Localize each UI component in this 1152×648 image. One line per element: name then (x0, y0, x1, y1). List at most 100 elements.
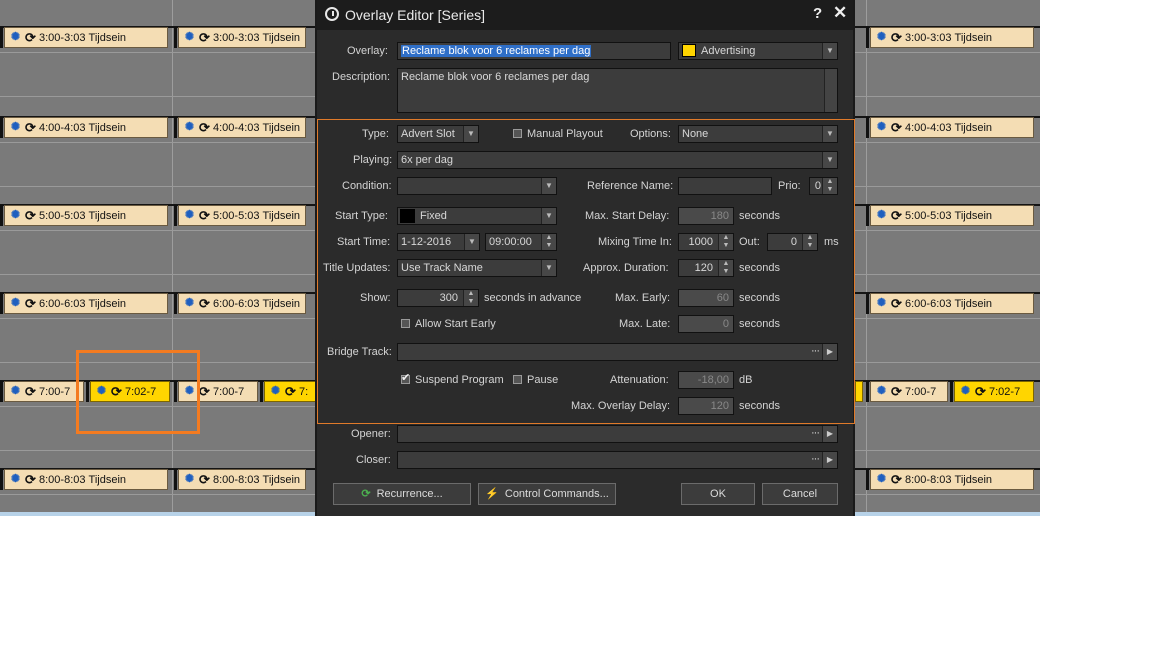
slot-time: 3:00-3:03 (213, 31, 260, 44)
category-dropdown[interactable]: Advertising ▼ (678, 42, 838, 60)
options-dropdown[interactable]: None ▼ (678, 125, 838, 143)
play-icon[interactable]: ▶ (822, 452, 837, 468)
suspend-program-checkbox[interactable] (401, 371, 410, 384)
lightbulb-icon: ✺ (876, 121, 887, 133)
start-time-spinner[interactable]: 09:00:00 ▲ ▼ (485, 233, 557, 251)
pause-checkbox[interactable] (513, 375, 522, 384)
slot-marker (0, 27, 3, 48)
prio-spinner[interactable]: 0 ▲ ▼ (809, 177, 838, 195)
spin-arrows-icon[interactable]: ▲ ▼ (718, 234, 733, 250)
allow-start-early-checkbox[interactable] (401, 319, 410, 328)
seconds-unit: seconds (739, 210, 780, 222)
sync-icon: ⟳ (199, 208, 210, 223)
cancel-button[interactable]: Cancel (762, 483, 838, 505)
max-overlay-delay-input[interactable]: 120 (678, 397, 734, 415)
show-spinner[interactable]: 300 ▲ ▼ (397, 289, 479, 307)
schedule-slot-highlighted[interactable] (855, 381, 863, 402)
manual-playout-checkbox[interactable] (513, 129, 522, 138)
type-dropdown[interactable]: Advert Slot ▼ (397, 125, 479, 143)
overlay-input-selection: Reclame blok voor 6 reclames per dag (401, 45, 592, 57)
schedule-slot[interactable]: ✺ ⟳ 4:00-4:03 Tijdsein (178, 117, 306, 138)
max-early-input[interactable]: 60 (678, 289, 734, 307)
recurrence-button[interactable]: ⟳ Recurrence... (333, 483, 471, 505)
playing-dropdown[interactable]: 6x per dag ▼ (397, 151, 838, 169)
schedule-slot[interactable]: ✺ ⟳ 3:00-3:03 Tijdsein (870, 27, 1034, 48)
start-date-picker[interactable]: 1-12-2016 ▼ (397, 233, 480, 251)
schedule-slot[interactable]: ✺ ⟳ 7:00-7 (4, 381, 84, 402)
db-unit: dB (739, 374, 753, 386)
close-button[interactable]: ✕ (833, 3, 847, 23)
slot-title: Tijdsein (88, 121, 127, 134)
slot-marker (0, 469, 3, 490)
spin-arrows-icon[interactable]: ▲ ▼ (718, 260, 733, 276)
attenuation-label: Attenuation: (610, 374, 669, 386)
seconds-unit: seconds (739, 292, 780, 304)
bridge-track-input[interactable]: ··· ▶ (397, 343, 838, 361)
ok-button[interactable]: OK (681, 483, 755, 505)
schedule-slot[interactable]: ✺ ⟳ 6:00-6:03 Tijdsein (178, 293, 306, 314)
schedule-slot[interactable]: ✺ ⟳ 8:00-8:03 Tijdsein (178, 469, 306, 490)
schedule-slot[interactable]: ✺ ⟳ 6:00-6:03 Tijdsein (4, 293, 168, 314)
slot-title: Tijdsein (954, 297, 993, 310)
schedule-slot[interactable]: ✺ ⟳ 8:00-8:03 Tijdsein (4, 469, 168, 490)
mixing-time-in-spinner[interactable]: 1000 ▲ ▼ (678, 233, 734, 251)
slot-marker (866, 205, 869, 226)
browse-icon[interactable]: ··· (807, 452, 823, 468)
lightbulb-icon: ✺ (10, 209, 21, 221)
start-type-dropdown[interactable]: Fixed ▼ (397, 207, 557, 225)
sync-icon: ⟳ (891, 384, 902, 399)
slot-time: 5:00-5:03 (39, 209, 86, 222)
reference-name-input[interactable] (678, 177, 772, 195)
column-divider (172, 0, 173, 516)
play-icon[interactable]: ▶ (822, 426, 837, 442)
opener-input[interactable]: ··· ▶ (397, 425, 838, 443)
schedule-slot[interactable]: ✺ ⟳ 6:00-6:03 Tijdsein (870, 293, 1034, 314)
lightbulb-icon: ✺ (876, 297, 887, 309)
slot-title: Tijdsein (262, 297, 301, 310)
max-late-input[interactable]: 0 (678, 315, 734, 333)
condition-dropdown[interactable]: ▼ (397, 177, 557, 195)
sync-icon: ⟳ (891, 30, 902, 45)
max-start-delay-input[interactable]: 180 (678, 207, 734, 225)
spin-arrows-icon[interactable]: ▲ ▼ (541, 234, 556, 250)
spin-arrows-icon[interactable]: ▲ ▼ (802, 234, 817, 250)
slot-time: 8:00-8:03 (39, 473, 86, 486)
max-early-label: Max. Early: (615, 292, 671, 304)
sync-icon: ⟳ (891, 472, 902, 487)
schedule-slot[interactable]: ✺ ⟳ 5:00-5:03 Tijdsein (178, 205, 306, 226)
title-updates-dropdown[interactable]: Use Track Name ▼ (397, 259, 557, 277)
schedule-slot[interactable]: ✺ ⟳ 8:00-8:03 Tijdsein (870, 469, 1034, 490)
spin-arrows-icon[interactable]: ▲ ▼ (463, 290, 478, 306)
schedule-slot[interactable]: ✺ ⟳ 4:00-4:03 Tijdsein (4, 117, 168, 138)
playing-label: Playing: (353, 154, 393, 166)
sync-icon: ⟳ (891, 120, 902, 135)
description-textarea[interactable]: Reclame blok voor 6 reclames per dag (397, 68, 838, 113)
prio-label: Prio: (778, 180, 801, 192)
play-icon[interactable]: ▶ (822, 344, 837, 360)
schedule-slot[interactable]: ✺ ⟳ 3:00-3:03 Tijdsein (4, 27, 168, 48)
closer-input[interactable]: ··· ▶ (397, 451, 838, 469)
schedule-slot[interactable]: ✺ ⟳ 7:00-7 (870, 381, 948, 402)
schedule-slot-highlighted[interactable]: ✺ ⟳ 7: (264, 381, 316, 402)
sync-icon: ⟳ (891, 208, 902, 223)
overlay-input[interactable]: Reclame blok voor 6 reclames per dag (397, 42, 671, 60)
max-start-delay-label: Max. Start Delay: (585, 210, 670, 222)
recurrence-icon: ⟳ (361, 488, 371, 500)
schedule-slot-highlighted[interactable]: ✺ ⟳ 7:02-7 (954, 381, 1034, 402)
approx-duration-label: Approx. Duration: (583, 262, 669, 274)
schedule-slot[interactable]: ✺ ⟳ 5:00-5:03 Tijdsein (870, 205, 1034, 226)
schedule-slot[interactable]: ✺ ⟳ 4:00-4:03 Tijdsein (870, 117, 1034, 138)
dialog-titlebar[interactable]: Overlay Editor [Series] ? ✕ (317, 0, 853, 30)
control-commands-button[interactable]: ⚡ Control Commands... (478, 483, 616, 505)
mixing-out-spinner[interactable]: 0 ▲ ▼ (767, 233, 818, 251)
attenuation-input[interactable]: -18,00 (678, 371, 734, 389)
help-button[interactable]: ? (813, 5, 822, 22)
description-scrollbar[interactable] (824, 69, 837, 112)
browse-icon[interactable]: ··· (807, 344, 823, 360)
schedule-slot[interactable]: ✺ ⟳ 3:00-3:03 Tijdsein (178, 27, 306, 48)
lightbulb-icon: ✺ (876, 473, 887, 485)
spin-arrows-icon[interactable]: ▲ ▼ (822, 178, 837, 194)
browse-icon[interactable]: ··· (807, 426, 823, 442)
schedule-slot[interactable]: ✺ ⟳ 5:00-5:03 Tijdsein (4, 205, 168, 226)
approx-duration-spinner[interactable]: 120 ▲ ▼ (678, 259, 734, 277)
